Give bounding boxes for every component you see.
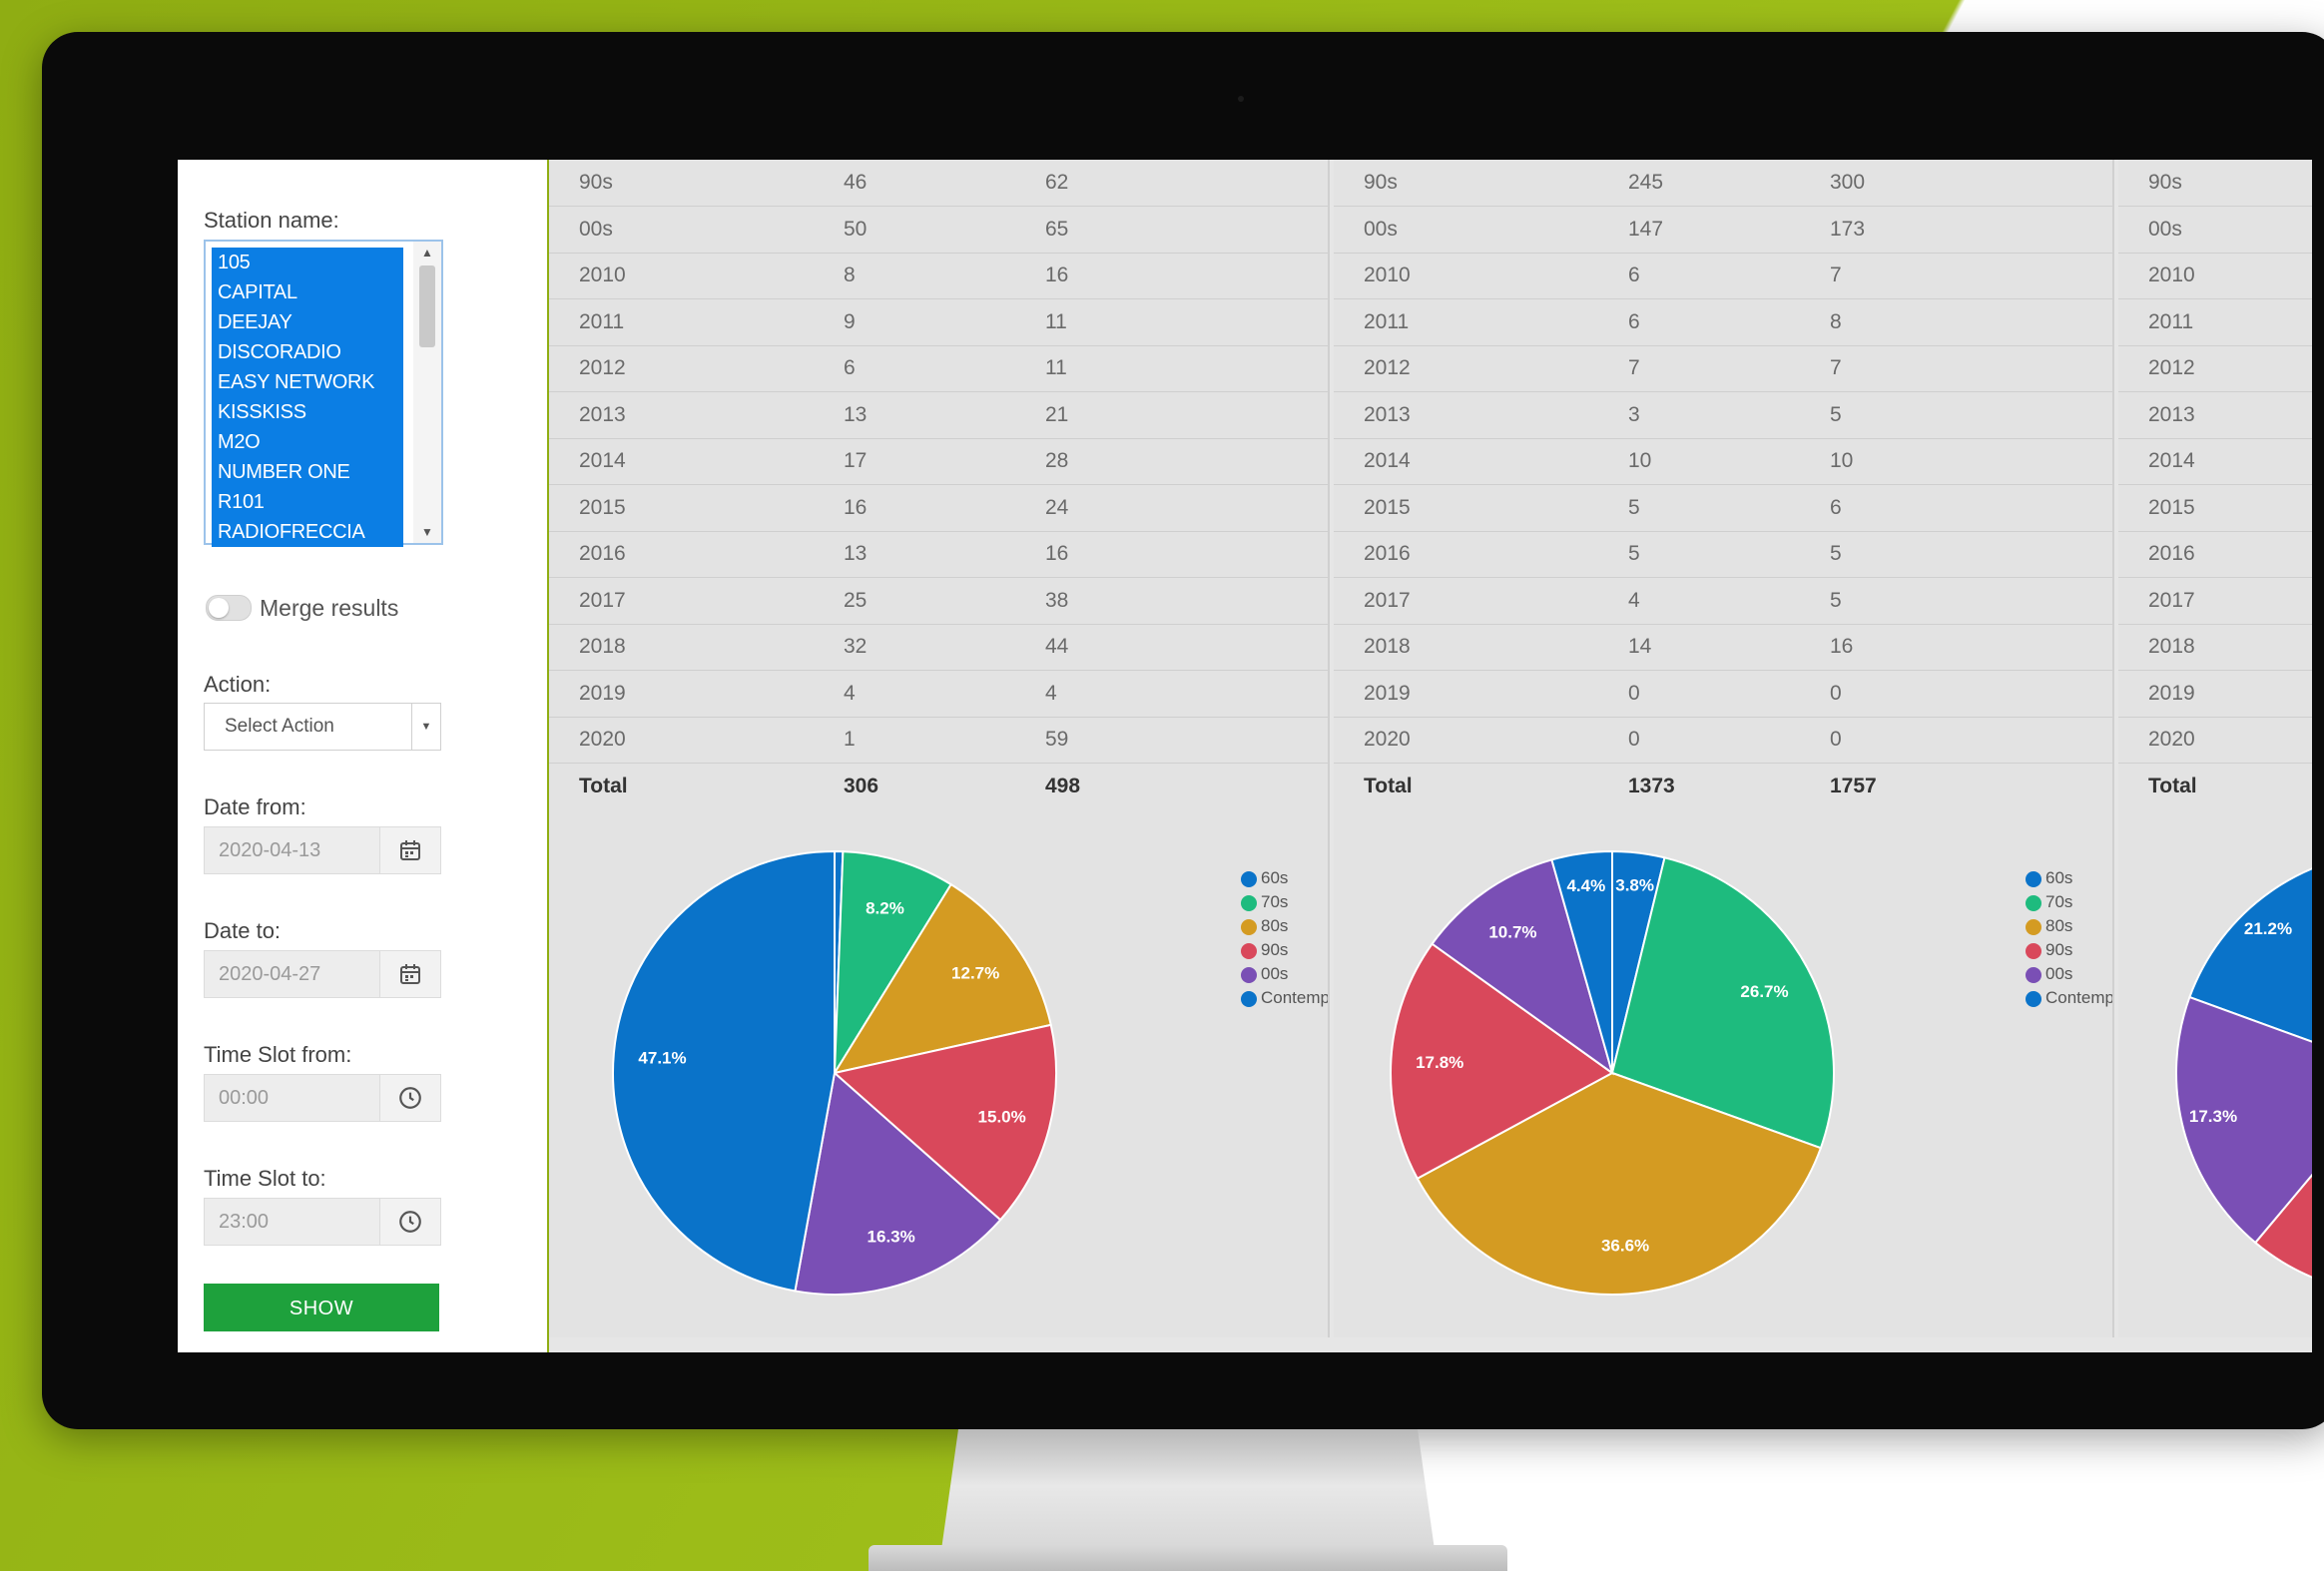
- station-option[interactable]: CAPITAL: [212, 277, 403, 307]
- pie-chart: 8.2% 12.7% 15.0% 16.3% 47.1%: [612, 849, 1057, 1296]
- station-option[interactable]: 105: [212, 248, 403, 277]
- date-from-field[interactable]: 2020-04-13: [204, 826, 441, 874]
- pie-slice-label: 15.0%: [978, 1107, 1026, 1126]
- station-option[interactable]: DISCORADIO: [212, 337, 403, 367]
- station-panel-2: 90s 245 300 00s 147 173 2010 6 7 2011 6 8 2012 7 7 2013…: [1334, 160, 2114, 1337]
- pie-slice-label: 36.6%: [1601, 1237, 1649, 1256]
- pie-slice-label: 8.2%: [866, 898, 904, 917]
- pie-slice-label: 12.7%: [951, 964, 999, 983]
- scroll-down-icon[interactable]: ▼: [413, 521, 441, 543]
- pie-slice-label: 17.8%: [1416, 1053, 1463, 1072]
- station-panel-3: 90s 00s 2010 2011 2012 2013 2014 2015 2016 2017 20…: [2118, 160, 2312, 1337]
- time-to-label: Time Slot to:: [204, 1166, 326, 1191]
- station-option[interactable]: DEEJAY: [212, 307, 403, 337]
- time-to-value: 23:00: [219, 1211, 270, 1233]
- station-option[interactable]: EASY NETWORK: [212, 367, 403, 397]
- station-multiselect[interactable]: 105 CAPITAL DEEJAY DISCORADIO EASY NETWORK KI…: [204, 240, 443, 547]
- station-option[interactable]: KISSKISS: [212, 397, 403, 427]
- date-from-value: 2020-04-13: [219, 839, 321, 861]
- station-options: 105 CAPITAL DEEJAY DISCORADIO EASY NETWORK KI…: [212, 248, 403, 547]
- pie-slice-label: 16.3%: [868, 1228, 915, 1247]
- pie-slice-label: 10.7%: [1488, 922, 1536, 941]
- station-option[interactable]: R101: [212, 487, 403, 517]
- toggle-knob: [209, 598, 229, 618]
- merge-results-label: Merge results: [260, 595, 399, 621]
- date-from-label: Date from:: [204, 794, 306, 819]
- station-list-scrollbar[interactable]: ▲ ▼: [413, 242, 441, 543]
- action-select[interactable]: Select Action ▼: [204, 703, 441, 751]
- station-option[interactable]: NUMBER ONE: [212, 457, 403, 487]
- camera-dot: [1238, 96, 1244, 102]
- calendar-icon[interactable]: [379, 827, 440, 873]
- time-from-value: 00:00: [219, 1087, 270, 1109]
- pie-slice-label: 21.2%: [2244, 919, 2292, 938]
- station-option[interactable]: RADIOFRECCIA: [212, 517, 403, 547]
- station-panel-1: 90s 46 62 00s 50 65 2010 8 16 2011 9 11 2012 6 11 2013 1…: [549, 160, 1330, 1337]
- clock-icon[interactable]: [379, 1199, 440, 1245]
- time-from-label: Time Slot from:: [204, 1042, 352, 1067]
- monitor-bezel: Station name: 105 CAPITAL DEEJAY DISCORADIO…: [42, 32, 2324, 1429]
- show-button[interactable]: SHOW: [204, 1284, 439, 1331]
- pie-slice-label: 26.7%: [1740, 982, 1788, 1001]
- pie-slice-label: 17.3%: [2189, 1107, 2237, 1126]
- pie-chart: 3.8% 26.7% 36.6% 17.8% 10.7% 4.4%: [1390, 849, 1835, 1296]
- screen: Station name: 105 CAPITAL DEEJAY DISCORADIO…: [178, 160, 2312, 1352]
- time-to-field[interactable]: 23:00: [204, 1198, 441, 1246]
- time-from-field[interactable]: 00:00: [204, 1074, 441, 1122]
- date-to-value: 2020-04-27: [219, 963, 321, 985]
- merge-results-toggle[interactable]: [206, 595, 252, 621]
- calendar-icon[interactable]: [379, 951, 440, 997]
- scroll-thumb[interactable]: [419, 265, 435, 347]
- date-to-label: Date to:: [204, 918, 282, 943]
- pie-slice-label: 47.1%: [638, 1049, 686, 1068]
- station-option[interactable]: M2O: [212, 427, 403, 457]
- chevron-down-icon: ▼: [411, 704, 440, 750]
- pie-chart-partial: 21.2% 17.3%: [2175, 867, 2312, 1279]
- scroll-up-icon[interactable]: ▲: [413, 242, 441, 263]
- pie-slice[interactable]: [612, 849, 836, 1293]
- monitor-stand-base: [869, 1545, 1507, 1571]
- station-name-label: Station name:: [204, 208, 339, 233]
- action-label: Action:: [204, 672, 272, 697]
- clock-icon[interactable]: [379, 1075, 440, 1121]
- pie-slice-label: 3.8%: [1615, 875, 1654, 894]
- date-to-field[interactable]: 2020-04-27: [204, 950, 441, 998]
- pie-slice-label: 4.4%: [1566, 876, 1605, 895]
- action-select-value: Select Action: [225, 716, 334, 737]
- filter-sidebar: Station name: 105 CAPITAL DEEJAY DISCORADIO…: [178, 160, 549, 1352]
